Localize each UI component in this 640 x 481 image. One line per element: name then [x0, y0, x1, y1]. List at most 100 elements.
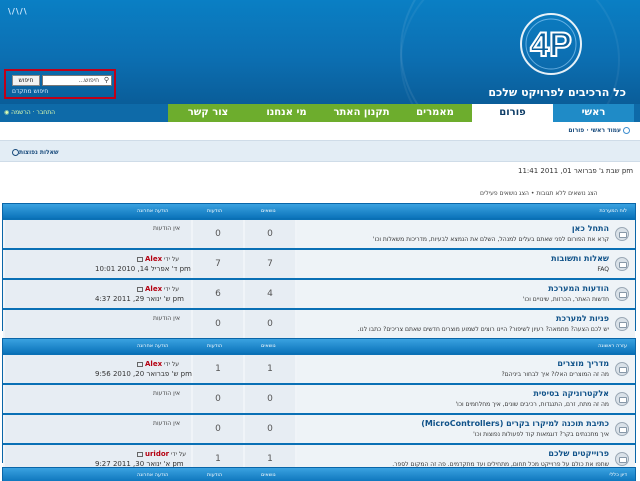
- view-latest-post-icon[interactable]: [137, 362, 143, 367]
- col-posts-header: הודעות: [207, 343, 223, 349]
- forum-read-icon: [615, 362, 629, 376]
- no-posts-label: אין הודעות: [153, 390, 181, 397]
- login-register-label: התחבר · הרשמה: [11, 109, 56, 116]
- login-register-links[interactable]: ◉ התחבר · הרשמה: [4, 104, 122, 122]
- current-datetime: שבת ג' פברואר 01, 2011 11:41 pm: [518, 167, 634, 175]
- faq-icon: [12, 149, 19, 156]
- top-mark: \/\/\: [8, 7, 28, 16]
- view-latest-post-icon[interactable]: [137, 452, 143, 457]
- forum-title[interactable]: מדריך מוצרים: [557, 359, 609, 368]
- tab-articles[interactable]: מאמרים: [398, 104, 472, 122]
- posts-count: 1: [215, 364, 221, 374]
- last-post-user[interactable]: Alex: [145, 360, 162, 368]
- forum-description: חדשות האתר, הכרזות, שינויים וכו': [522, 296, 609, 303]
- forum-title[interactable]: פניות למערכת: [556, 314, 609, 323]
- category-header: לוח המערכת נושאים הודעות הודעה אחרונה: [3, 204, 635, 218]
- tab-forum[interactable]: פורום: [472, 104, 553, 122]
- breadcrumb-text: עמוד ראשי · פורום: [568, 127, 621, 134]
- site-slogan: כל הרכיבים לפרויקט שלכם: [488, 86, 626, 99]
- advanced-search-link[interactable]: חיפוש מתקדם: [12, 88, 48, 95]
- topics-count: 0: [267, 424, 273, 434]
- search-input[interactable]: חיפוש... ⚲: [42, 75, 112, 86]
- last-post-by: על ידי: [164, 256, 180, 263]
- last-post-user[interactable]: Alex: [145, 255, 162, 263]
- forum-description: FAQ: [597, 266, 609, 273]
- search-button[interactable]: חיפוש: [12, 75, 40, 86]
- forum-title[interactable]: אלקטרוניקה בסיסית: [533, 389, 609, 398]
- forum-title[interactable]: פרוייקטים שלכם: [548, 449, 609, 458]
- forum-read-icon: [615, 422, 629, 436]
- forum-description: איך מתכנתים בקר? דוגמאות קוד לפעולות נפו…: [473, 431, 609, 438]
- col-topics-header: נושאים: [261, 208, 276, 214]
- no-posts-label: אין הודעות: [153, 315, 181, 322]
- view-latest-post-icon[interactable]: [137, 287, 143, 292]
- forum-read-icon: [615, 257, 629, 271]
- posts-count: 0: [215, 229, 221, 239]
- forum-read-icon: [615, 227, 629, 241]
- site-logo[interactable]: 4P: [515, 12, 587, 76]
- forum-row[interactable]: כתיבת תוכנה למיקרו בקרים (MicroControlle…: [3, 413, 635, 443]
- last-post-by: על ידי: [164, 286, 180, 293]
- forum-read-icon: [615, 287, 629, 301]
- forum-row[interactable]: שאלות ותשובות FAQ 7 7 Alex על ידי ד' אפר…: [3, 248, 635, 278]
- forum-description: קרא את הפורום לפני שאתם בעלים למנהל, השל…: [372, 236, 609, 243]
- col-forum-header[interactable]: לוח המערכת: [599, 208, 627, 214]
- forum-row[interactable]: התחל כאן קרא את הפורום לפני שאתם בעלים ל…: [3, 218, 635, 248]
- posts-count: 0: [215, 319, 221, 329]
- col-posts-header: הודעות: [207, 472, 223, 478]
- view-latest-post-icon[interactable]: [137, 257, 143, 262]
- col-forum-header[interactable]: דיון כללי: [609, 472, 627, 478]
- last-post-date: ש' פברואר 20, 2010 9:56 pm: [95, 370, 192, 378]
- forum-category: עזרה ראשונה נושאים הודעות הודעה אחרונה מ…: [2, 338, 636, 473]
- last-post-user[interactable]: uridor: [145, 450, 169, 458]
- forum-read-icon: [615, 392, 629, 406]
- col-last-header: הודעה אחרונה: [137, 343, 169, 349]
- posts-count: 0: [215, 424, 221, 434]
- home-icon: [623, 127, 630, 134]
- topics-count: 1: [267, 454, 273, 464]
- topics-count: 0: [267, 319, 273, 329]
- last-post-author: uridor על ידי: [137, 450, 186, 458]
- last-post-by: על ידי: [164, 361, 180, 368]
- forum-read-icon: [615, 317, 629, 331]
- forum-row[interactable]: פניות למערכת יש לכם הצעה? מחמאה? רעיון ל…: [3, 308, 635, 338]
- breadcrumb[interactable]: עמוד ראשי · פורום: [568, 127, 630, 134]
- topics-count: 0: [267, 394, 273, 404]
- posts-count: 1: [215, 454, 221, 464]
- last-post-author: Alex על ידי: [137, 360, 179, 368]
- forum-row[interactable]: אלקטרוניקה בסיסית מה זה מתח, זרם, התנגדו…: [3, 383, 635, 413]
- forum-title[interactable]: הודעות המערכת: [548, 284, 609, 293]
- col-last-header: הודעה אחרונה: [137, 208, 169, 214]
- forum-read-icon: [615, 452, 629, 466]
- last-post-date: ד' אפריל 14, 2010 10:01 pm: [95, 265, 191, 273]
- posts-count: 6: [215, 289, 221, 299]
- forum-title[interactable]: שאלות ותשובות: [551, 254, 609, 263]
- view-topic-links[interactable]: הצג נושאים ללא תגובות • הצג נושאים פעילי…: [480, 190, 598, 197]
- forum-category: דיון כללי נושאים הודעות הודעה אחרונה: [2, 467, 636, 481]
- search-box: חיפוש חיפוש... ⚲ חיפוש מתקדם: [4, 69, 116, 99]
- forum-description: מה זה מתח, זרם, התנגדות, רכיבים שונים, א…: [455, 401, 609, 408]
- tab-rules[interactable]: תקנון האתר: [325, 104, 398, 122]
- search-icon: ⚲: [103, 76, 109, 84]
- forum-row[interactable]: מדריך מוצרים מה זה המוצרים האלו? איך לבח…: [3, 353, 635, 383]
- col-posts-header: הודעות: [207, 208, 223, 214]
- tab-contact[interactable]: צור קשר: [168, 104, 248, 122]
- last-post-user[interactable]: Alex: [145, 285, 162, 293]
- faq-bar: שאלות נפוצות: [0, 140, 640, 162]
- forum-row[interactable]: הודעות המערכת חדשות האתר, הכרזות, שינויי…: [3, 278, 635, 308]
- tab-home[interactable]: ראשי: [553, 104, 634, 122]
- faq-link[interactable]: שאלות נפוצות: [10, 149, 59, 156]
- forum-title[interactable]: התחל כאן: [572, 224, 609, 233]
- last-post-date: ש' ינואר 29, 2011 4:37 pm: [95, 295, 184, 303]
- site-header: \/\/\ 4P כל הרכיבים לפרויקט שלכם חיפוש ח…: [0, 0, 640, 104]
- last-post-by: על ידי: [171, 451, 187, 458]
- col-topics-header: נושאים: [261, 472, 276, 478]
- forum-category: לוח המערכת נושאים הודעות הודעה אחרונה הת…: [2, 203, 636, 338]
- col-forum-header[interactable]: עזרה ראשונה: [598, 343, 627, 349]
- forum-title[interactable]: כתיבת תוכנה למיקרו בקרים (MicroControlle…: [421, 419, 609, 428]
- last-post-author: Alex על ידי: [137, 255, 179, 263]
- tab-about[interactable]: מי אנחנו: [248, 104, 325, 122]
- posts-count: 0: [215, 394, 221, 404]
- topics-count: 1: [267, 364, 273, 374]
- forum-description: יש לכם הצעה? מחמאה? רעיון לשיפור? היינו …: [357, 326, 609, 333]
